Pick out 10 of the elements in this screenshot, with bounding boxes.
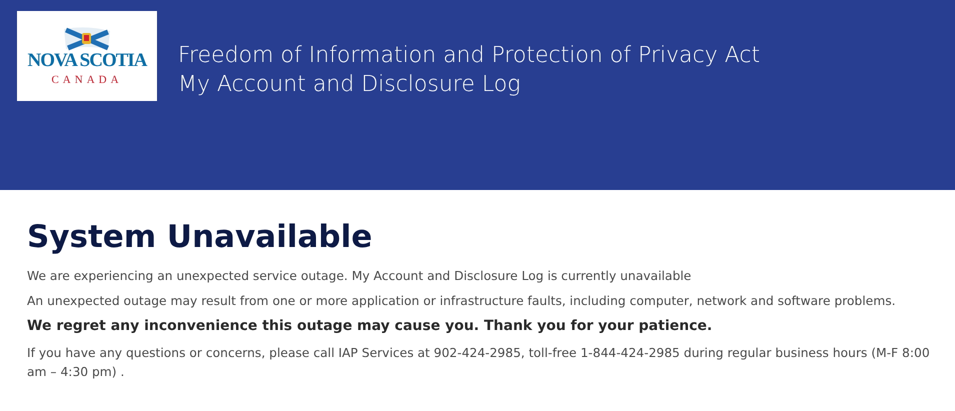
logo-name: NOVA SCOTIA: [27, 50, 147, 70]
thank-you-message: We regret any inconvenience this outage may cause you. Thank you for your patience.: [27, 317, 714, 336]
logo-country: CANADA: [51, 74, 123, 86]
site-title: Freedom of Information and Protection of Privacy Act: [178, 42, 760, 70]
message-paragraph: We are experiencing an unexpected service outage. My Account and Disclosure Log is currently unavailable: [27, 268, 692, 285]
site-title: My Account and Disclosure Log: [178, 71, 522, 99]
flag-icon: [62, 26, 112, 50]
message-paragraph: If you have any questions or concerns, please call IAP Services at 902-424-2985, toll-free 1-844-424-2985 during regular business hours (M-F 8:00 am – 4:30 pm) .: [27, 345, 931, 381]
page-heading: System Unavailable: [27, 218, 374, 256]
message-paragraph: An unexpected outage may result from one or more application or infrastructure faults, including computer, network and software problems.: [27, 293, 897, 310]
